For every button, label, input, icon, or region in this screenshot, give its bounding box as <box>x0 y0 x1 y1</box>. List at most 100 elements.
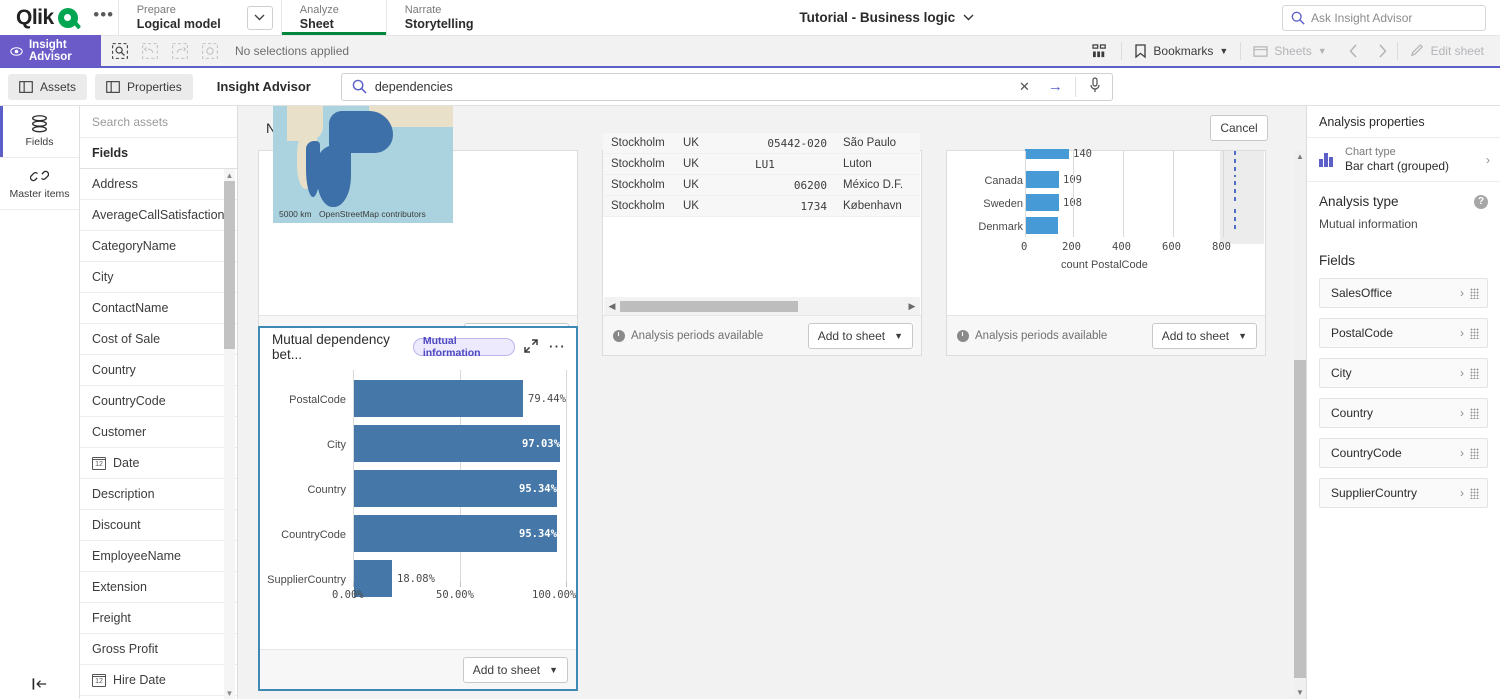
scroll-up-arrow[interactable]: ▲ <box>1294 150 1306 163</box>
list-item[interactable]: Gross Profit <box>80 634 237 665</box>
add-to-sheet-button[interactable]: Add to sheet ▼ <box>808 323 913 349</box>
nav-tab-narrate[interactable]: Narrate Storytelling <box>386 0 492 35</box>
map-data-bubble[interactable] <box>343 131 361 149</box>
clear-selections-icon[interactable] <box>199 40 221 62</box>
property-field-postalcode[interactable]: PostalCode › <box>1319 318 1488 348</box>
bar-canada[interactable] <box>1025 171 1059 188</box>
scroll-up-arrow[interactable]: ▲ <box>224 169 235 181</box>
assets-search-input[interactable]: Search assets <box>80 106 237 138</box>
main-vertical-scrollbar[interactable]: ▲ ▼ <box>1294 150 1306 699</box>
list-item[interactable]: EmployeeName <box>80 541 237 572</box>
edit-sheet-button[interactable]: Edit sheet <box>1398 35 1500 67</box>
overflow-menu-button[interactable]: ••• <box>90 0 118 35</box>
more-options-icon[interactable]: ⋯ <box>548 343 566 351</box>
table-row[interactable]: Stockholm UK 06200 México D.F. <box>603 175 920 196</box>
app-grid-button[interactable] <box>1080 35 1121 67</box>
insight-card-mutual-dependency[interactable]: Mutual dependency bet... Mutual informat… <box>258 326 578 691</box>
scroll-down-arrow[interactable]: ▼ <box>1294 686 1306 699</box>
rail-item-fields[interactable]: Fields <box>0 106 79 158</box>
drag-handle-icon[interactable] <box>1470 488 1479 499</box>
mutual-dependency-chart[interactable]: PostalCode 79.44% City 97.03% Country 95… <box>260 370 576 640</box>
drag-handle-icon[interactable] <box>1470 448 1479 459</box>
chart-type-row[interactable]: Chart type Bar chart (grouped) › <box>1307 138 1500 182</box>
next-sheet-button[interactable] <box>1368 35 1397 67</box>
assets-toggle-button[interactable]: Assets <box>8 74 87 100</box>
list-item[interactable]: Freight <box>80 603 237 634</box>
bar-postalcode[interactable] <box>354 380 523 417</box>
property-field-country[interactable]: Country › <box>1319 398 1488 428</box>
chevron-right-icon[interactable]: › <box>1460 326 1464 340</box>
bookmarks-button[interactable]: Bookmarks ▼ <box>1122 35 1240 67</box>
help-icon[interactable]: ? <box>1474 195 1488 209</box>
logical-model-dropdown[interactable] <box>247 6 273 30</box>
chevron-right-icon[interactable]: › <box>1486 153 1490 167</box>
assets-scrollbar[interactable]: ▲ ▼ <box>224 169 235 699</box>
list-item[interactable]: 12 Hire Date <box>80 665 237 696</box>
redo-icon[interactable] <box>169 40 191 62</box>
clear-search-icon[interactable]: ✕ <box>1013 79 1036 95</box>
undo-icon[interactable] <box>139 40 161 62</box>
insight-search-bar[interactable]: dependencies ✕ → <box>341 73 1113 101</box>
scroll-down-arrow[interactable]: ▼ <box>224 687 235 699</box>
list-item[interactable]: Cost of Sale <box>80 324 237 355</box>
list-item[interactable]: Address <box>80 169 237 200</box>
add-to-sheet-button[interactable]: Add to sheet ▼ <box>463 657 568 683</box>
chevron-right-icon[interactable]: › <box>1460 486 1464 500</box>
submit-search-icon[interactable]: → <box>1044 78 1067 95</box>
chevron-right-icon[interactable]: › <box>1460 366 1464 380</box>
data-table[interactable]: Stockholm UK 05442-020 São Paulo Stockho… <box>603 133 920 217</box>
sheets-button[interactable]: Sheets ▼ <box>1241 35 1338 67</box>
selection-search-icon[interactable] <box>109 40 131 62</box>
list-item[interactable]: City <box>80 262 237 293</box>
list-item[interactable]: CountryCode <box>80 386 237 417</box>
list-item[interactable]: AverageCallSatisfaction <box>80 200 237 231</box>
scrollbar-track[interactable] <box>620 301 904 312</box>
properties-toggle-button[interactable]: Properties <box>95 74 193 100</box>
rail-item-master-items[interactable]: Master items <box>0 158 79 210</box>
map-country-argentina[interactable] <box>317 145 351 207</box>
bar-sweden[interactable] <box>1025 194 1059 211</box>
list-item[interactable]: ContactName <box>80 293 237 324</box>
table-row[interactable]: Stockholm UK LU1 Luton <box>603 154 920 175</box>
bar-chart-plot[interactable]: 140 Canada 109 Sweden 108 Denmark 0 2 <box>947 151 1265 267</box>
map-country-chile[interactable] <box>306 141 320 197</box>
chevron-right-icon[interactable]: › <box>1460 446 1464 460</box>
scrollbar-thumb[interactable] <box>620 301 798 312</box>
list-item[interactable]: Country <box>80 355 237 386</box>
nav-tab-analyze[interactable]: Analyze Sheet <box>281 0 386 35</box>
microphone-icon[interactable] <box>1084 77 1106 96</box>
insight-card-table[interactable]: Stockholm UK 05442-020 São Paulo Stockho… <box>602 150 922 356</box>
table-row[interactable]: Stockholm UK 1734 København <box>603 196 920 217</box>
list-item[interactable]: Discount <box>80 510 237 541</box>
property-field-city[interactable]: City › <box>1319 358 1488 388</box>
map-visualization[interactable]: OpenStreetMap contributors 5000 km <box>273 106 453 223</box>
chevron-right-icon[interactable]: › <box>1460 406 1464 420</box>
previous-sheet-button[interactable] <box>1339 35 1368 67</box>
bar-clipped[interactable] <box>1025 149 1069 159</box>
chevron-right-icon[interactable]: › <box>1460 286 1464 300</box>
property-field-salesoffice[interactable]: SalesOffice › <box>1319 278 1488 308</box>
drag-handle-icon[interactable] <box>1470 288 1479 299</box>
search-input-value[interactable]: dependencies <box>375 80 1005 94</box>
ask-insight-advisor-input[interactable]: Ask Insight Advisor <box>1282 5 1486 31</box>
expand-icon[interactable] <box>524 339 538 356</box>
list-item[interactable]: Customer <box>80 417 237 448</box>
nav-tab-prepare[interactable]: Prepare Logical model <box>118 0 239 35</box>
table-row[interactable]: Stockholm UK 05442-020 São Paulo <box>603 133 920 154</box>
qlik-logo[interactable]: Qlik <box>0 0 90 35</box>
list-item[interactable]: Description <box>80 479 237 510</box>
insight-advisor-badge[interactable]: Insight Advisor <box>0 35 101 67</box>
collapse-panel-button[interactable] <box>0 677 80 691</box>
bar-denmark[interactable] <box>1025 217 1058 234</box>
list-item[interactable]: 12 Date <box>80 448 237 479</box>
drag-handle-icon[interactable] <box>1470 368 1479 379</box>
property-field-suppliercountry[interactable]: SupplierCountry › <box>1319 478 1488 508</box>
list-item[interactable]: Extension <box>80 572 237 603</box>
scroll-right-arrow[interactable]: ▶ <box>904 301 920 312</box>
add-to-sheet-button[interactable]: Add to sheet ▼ <box>1152 323 1257 349</box>
drag-handle-icon[interactable] <box>1470 408 1479 419</box>
insight-card-bar-chart[interactable]: 140 Canada 109 Sweden 108 Denmark 0 2 <box>946 150 1266 356</box>
table-horizontal-scrollbar[interactable]: ◀ ▶ <box>604 297 920 315</box>
property-field-countrycode[interactable]: CountryCode › <box>1319 438 1488 468</box>
list-item[interactable]: CategoryName <box>80 231 237 262</box>
